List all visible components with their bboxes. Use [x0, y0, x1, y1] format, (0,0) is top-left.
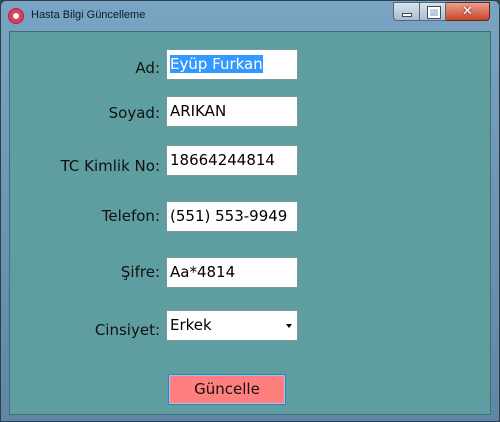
title-bar[interactable]: Hasta Bilgi Güncelleme ✕: [1, 1, 499, 31]
form-panel: Ad: Eyüp Furkan Soyad: ARIKAN TC Kimlik …: [9, 31, 491, 415]
ad-input-value: Eyüp Furkan: [170, 55, 263, 73]
ad-label: Ad:: [135, 59, 160, 77]
ad-input[interactable]: Eyüp Furkan: [166, 49, 298, 80]
cinsiyet-label: Cinsiyet:: [94, 321, 160, 339]
app-icon: [9, 9, 23, 23]
cinsiyet-selected-value: Erkek: [170, 316, 212, 334]
tc-kimlik-label: TC Kimlik No:: [60, 157, 160, 175]
close-button[interactable]: ✕: [446, 2, 490, 21]
dropdown-arrow-icon[interactable]: [286, 324, 292, 328]
sifre-input[interactable]: Aa*4814: [166, 257, 298, 288]
soyad-input[interactable]: ARIKAN: [166, 96, 298, 127]
telefon-input[interactable]: (551) 553-9949: [166, 201, 298, 232]
window-title: Hasta Bilgi Güncelleme: [31, 9, 146, 21]
sifre-label: Şifre:: [120, 263, 160, 281]
telefon-label: Telefon:: [101, 207, 160, 225]
app-window: Hasta Bilgi Güncelleme ✕ Ad: Eyüp Furkan…: [0, 0, 500, 422]
tc-kimlik-input[interactable]: 18664244814: [166, 145, 298, 176]
maximize-button[interactable]: [420, 2, 446, 21]
cinsiyet-select[interactable]: Erkek: [166, 310, 298, 341]
soyad-label: Soyad:: [108, 104, 160, 122]
guncelle-button[interactable]: Güncelle: [168, 374, 286, 405]
minimize-button[interactable]: [393, 2, 420, 21]
close-icon: ✕: [462, 4, 473, 19]
